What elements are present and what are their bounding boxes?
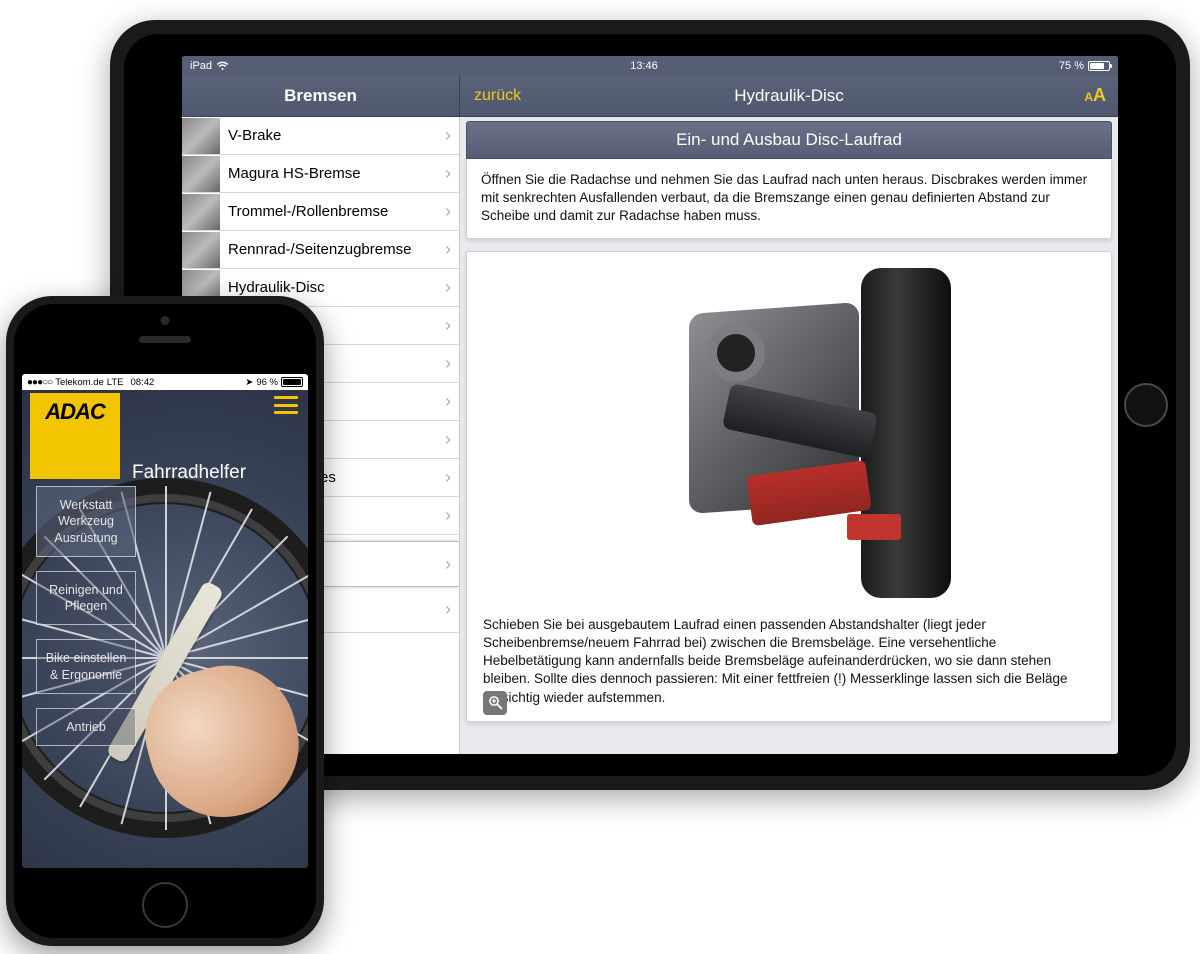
sidebar-item-label: Rennrad-/Seitenzugbremse xyxy=(228,241,445,258)
hamburger-icon[interactable] xyxy=(274,396,298,414)
chevron-right-icon: › xyxy=(445,505,451,526)
sidebar-thumb xyxy=(182,118,220,154)
chevron-right-icon: › xyxy=(445,163,451,184)
zoom-icon[interactable] xyxy=(483,691,507,715)
chevron-right-icon: › xyxy=(445,467,451,488)
iphone-nav-item[interactable]: Reinigen und Pflegen xyxy=(36,571,136,626)
sidebar-thumb xyxy=(182,232,220,268)
adac-logo: ADAC xyxy=(30,393,120,479)
location-icon: ➤ xyxy=(245,377,253,388)
sidebar-item[interactable]: Magura HS-Bremse› xyxy=(182,155,459,193)
wifi-icon xyxy=(216,61,229,71)
chevron-right-icon: › xyxy=(445,277,451,298)
sidebar-item-label: Magura HS-Bremse xyxy=(228,165,445,182)
detail-title: Hydraulik-Disc xyxy=(460,86,1118,106)
iphone-battery-pct: 96 % xyxy=(256,377,278,388)
chevron-right-icon: › xyxy=(445,554,451,575)
sidebar-item[interactable]: Rennrad-/Seitenzugbremse› xyxy=(182,231,459,269)
network-label: LTE xyxy=(107,377,124,388)
detail-paragraph-2: Schieben Sie bei ausgebautem Laufrad ein… xyxy=(481,610,1097,707)
ipad-home-button[interactable] xyxy=(1124,383,1168,427)
signal-dots-icon: ●●●○○ xyxy=(27,377,52,388)
sidebar-item-label: Hydraulik-Disc xyxy=(228,279,445,296)
sidebar-thumb xyxy=(182,156,220,192)
ipad-sidebar-title: Bremsen xyxy=(182,75,460,116)
chevron-right-icon: › xyxy=(445,315,451,336)
iphone-screen: ●●●○○ Telekom.de LTE 08:42 ➤ 96 % ADAC F… xyxy=(22,374,308,868)
chevron-right-icon: › xyxy=(445,429,451,450)
chevron-right-icon: › xyxy=(445,599,451,620)
chevron-right-icon: › xyxy=(445,239,451,260)
iphone-clock: 08:42 xyxy=(131,377,155,388)
chevron-right-icon: › xyxy=(445,391,451,412)
ipad-header: Bremsen zurück Hydraulik-Disc AA xyxy=(182,75,1118,117)
chevron-right-icon: › xyxy=(445,201,451,222)
ipad-battery-pct: 75 % xyxy=(1059,60,1084,72)
disc-brake-image xyxy=(483,268,1095,598)
battery-icon xyxy=(1088,61,1110,71)
chevron-right-icon: › xyxy=(445,353,451,374)
iphone-main: ADAC Fahrradhelfer Werkstatt Werkzeug Au… xyxy=(22,390,308,868)
iphone-home-button[interactable] xyxy=(142,882,188,928)
back-button[interactable]: zurück xyxy=(460,87,521,105)
ipad-device-label: iPad xyxy=(190,60,212,72)
ipad-detail-pane[interactable]: Ein- und Ausbau Disc-Laufrad Öffnen Sie … xyxy=(460,117,1118,754)
ipad-status-bar: iPad 13:46 75 % xyxy=(182,56,1118,75)
iphone-earpiece xyxy=(139,336,191,343)
iphone-status-bar: ●●●○○ Telekom.de LTE 08:42 ➤ 96 % xyxy=(22,374,308,390)
detail-paragraph-1: Öffnen Sie die Radachse und nehmen Sie d… xyxy=(466,159,1112,239)
iphone-nav-item[interactable]: Bike einstellen & Ergonomie xyxy=(36,639,136,694)
carrier-label: Telekom.de xyxy=(55,377,104,388)
adac-logo-text: ADAC xyxy=(45,399,105,425)
sidebar-item[interactable]: V-Brake› xyxy=(182,117,459,155)
sidebar-thumb xyxy=(182,194,220,230)
iphone-camera xyxy=(161,316,170,325)
iphone-frame: ●●●○○ Telekom.de LTE 08:42 ➤ 96 % ADAC F… xyxy=(6,296,324,946)
battery-icon xyxy=(281,377,303,387)
iphone-app-title: Fahrradhelfer xyxy=(132,462,246,484)
sidebar-item[interactable]: Trommel-/Rollenbremse› xyxy=(182,193,459,231)
section-title: Ein- und Ausbau Disc-Laufrad xyxy=(466,121,1112,159)
detail-image-card: Schieben Sie bei ausgebautem Laufrad ein… xyxy=(466,251,1112,722)
chevron-right-icon: › xyxy=(445,125,451,146)
sidebar-item-label: Trommel-/Rollenbremse xyxy=(228,203,445,220)
iphone-nav: Werkstatt Werkzeug Ausrüstung Reinigen un… xyxy=(36,486,136,746)
sidebar-item-label: V-Brake xyxy=(228,127,445,144)
text-size-button[interactable]: AA xyxy=(1084,85,1106,106)
iphone-nav-item[interactable]: Werkstatt Werkzeug Ausrüstung xyxy=(36,486,136,557)
ipad-clock: 13:46 xyxy=(630,60,658,72)
iphone-nav-item[interactable]: Antrieb xyxy=(36,708,136,746)
